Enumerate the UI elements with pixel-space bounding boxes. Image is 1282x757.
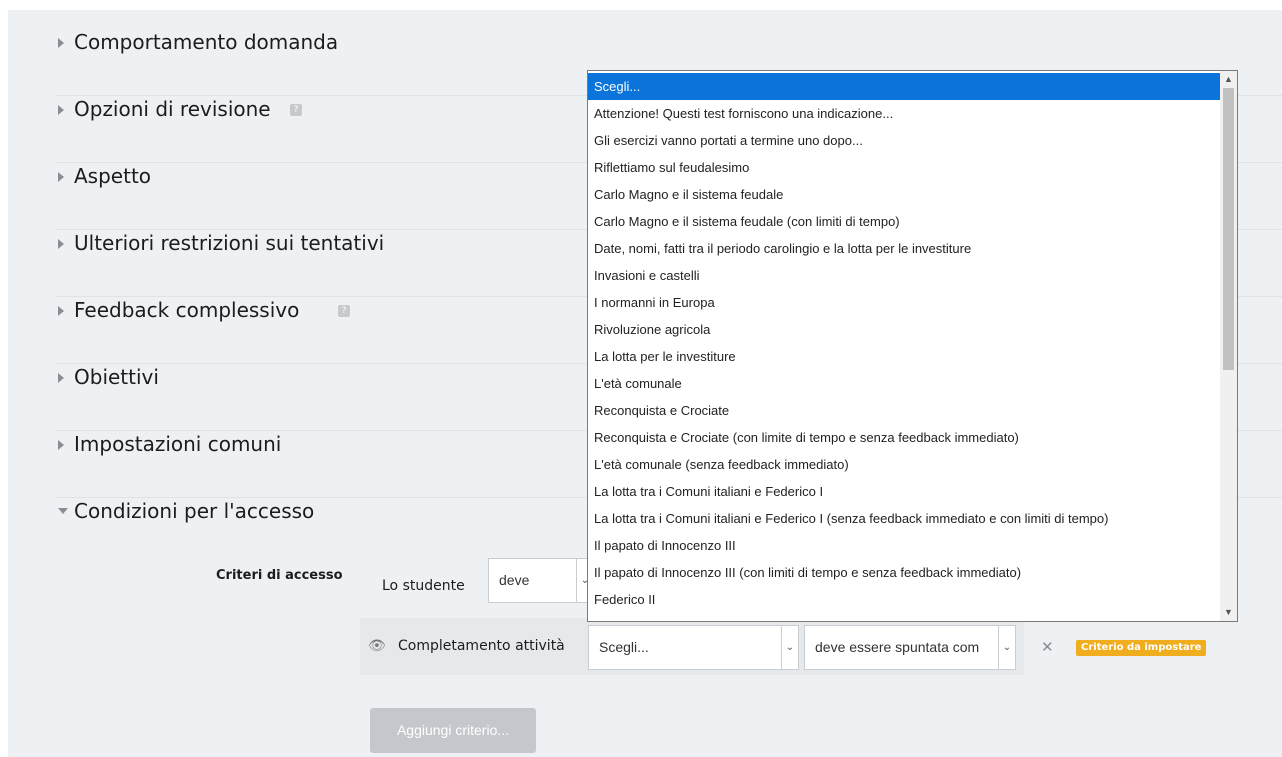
- scrollbar-thumb[interactable]: [1223, 88, 1234, 370]
- dropdown-option[interactable]: Reconquista e Crociate (con limite di te…: [588, 424, 1220, 451]
- caret-right-icon[interactable]: [58, 440, 64, 450]
- caret-right-icon[interactable]: [58, 373, 64, 383]
- dropdown-option[interactable]: La lotta tra i Comuni italiani e Federic…: [588, 478, 1220, 505]
- chevron-down-icon: ⌄: [781, 626, 798, 669]
- dropdown-option[interactable]: Rivoluzione agricola: [588, 316, 1220, 343]
- scroll-down-arrow-icon[interactable]: ▼: [1220, 604, 1237, 621]
- section-title[interactable]: Impostazioni comuni: [74, 432, 281, 456]
- dropdown-option[interactable]: Carlo Magno e il sistema feudale (con li…: [588, 208, 1220, 235]
- section-title[interactable]: Aspetto: [74, 164, 151, 188]
- select-value: deve essere spuntata com: [815, 639, 980, 655]
- dropdown-option[interactable]: Invasioni e castelli: [588, 262, 1220, 289]
- dropdown-option[interactable]: Riflettiamo sul feudalesimo: [588, 154, 1220, 181]
- dropdown-option-selected[interactable]: Scegli...: [588, 73, 1220, 100]
- caret-right-icon[interactable]: [58, 306, 64, 316]
- remove-icon[interactable]: ✕: [1041, 638, 1054, 656]
- must-select[interactable]: deve ⌄: [488, 558, 594, 603]
- dropdown-option[interactable]: Gli esercizi vanno portati a termine uno…: [588, 127, 1220, 154]
- dropdown-option[interactable]: La lotta per le investiture: [588, 343, 1220, 370]
- dropdown-option[interactable]: La lotta tra i Comuni italiani e Federic…: [588, 505, 1220, 532]
- section-title[interactable]: Condizioni per l'accesso: [74, 499, 314, 523]
- caret-right-icon[interactable]: [58, 239, 64, 249]
- dropdown-option[interactable]: L'età comunale (senza feedback immediato…: [588, 451, 1220, 478]
- dropdown-option[interactable]: L'età comunale: [588, 370, 1220, 397]
- dropdown-option[interactable]: Carlo Magno e il sistema feudale: [588, 181, 1220, 208]
- section-title[interactable]: Opzioni di revisione: [74, 97, 271, 121]
- select-value: Scegli...: [599, 639, 649, 655]
- condition-label: Completamento attività: [398, 638, 565, 654]
- caret-right-icon[interactable]: [58, 38, 64, 48]
- section-title[interactable]: Ulteriori restrizioni sui tentativi: [74, 231, 384, 255]
- dropdown-scrollbar[interactable]: ▲ ▼: [1220, 71, 1237, 621]
- help-icon[interactable]: ?: [290, 104, 302, 116]
- select-value: deve: [499, 572, 530, 588]
- scroll-up-arrow-icon[interactable]: ▲: [1220, 71, 1237, 88]
- dropdown-option[interactable]: Federico II: [588, 586, 1220, 613]
- add-criterion-button[interactable]: Aggiungi criterio...: [370, 708, 536, 753]
- chevron-down-icon: ⌄: [998, 626, 1015, 669]
- completion-select[interactable]: deve essere spuntata com ⌄: [804, 625, 1016, 670]
- section-title[interactable]: Comportamento domanda: [74, 30, 338, 54]
- dropdown-option[interactable]: Reconquista e Crociate: [588, 397, 1220, 424]
- dropdown-option[interactable]: I normanni in Europa: [588, 289, 1220, 316]
- dropdown-option[interactable]: Date, nomi, fatti tra il periodo carolin…: [588, 235, 1220, 262]
- dropdown-option[interactable]: Il papato di Innocenzo III: [588, 532, 1220, 559]
- caret-down-icon[interactable]: [58, 508, 68, 514]
- section-title[interactable]: Feedback complessivo: [74, 298, 299, 322]
- help-icon[interactable]: ?: [338, 305, 350, 317]
- activity-select[interactable]: Scegli... ⌄: [588, 625, 799, 670]
- dropdown-option[interactable]: Il papato di Innocenzo III (con limiti d…: [588, 559, 1220, 586]
- caret-right-icon[interactable]: [58, 172, 64, 182]
- dropdown-option[interactable]: Attenzione! Questi test forniscono una i…: [588, 100, 1220, 127]
- criteria-label: Criteri di accesso: [216, 568, 343, 583]
- status-badge: Criterio da impostare: [1076, 640, 1207, 656]
- activity-dropdown-list[interactable]: Scegli... Attenzione! Questi test fornis…: [587, 70, 1238, 622]
- caret-right-icon[interactable]: [58, 105, 64, 115]
- eye-icon[interactable]: 👁: [368, 638, 386, 654]
- student-label: Lo studente: [382, 578, 465, 594]
- section-title[interactable]: Obiettivi: [74, 365, 159, 389]
